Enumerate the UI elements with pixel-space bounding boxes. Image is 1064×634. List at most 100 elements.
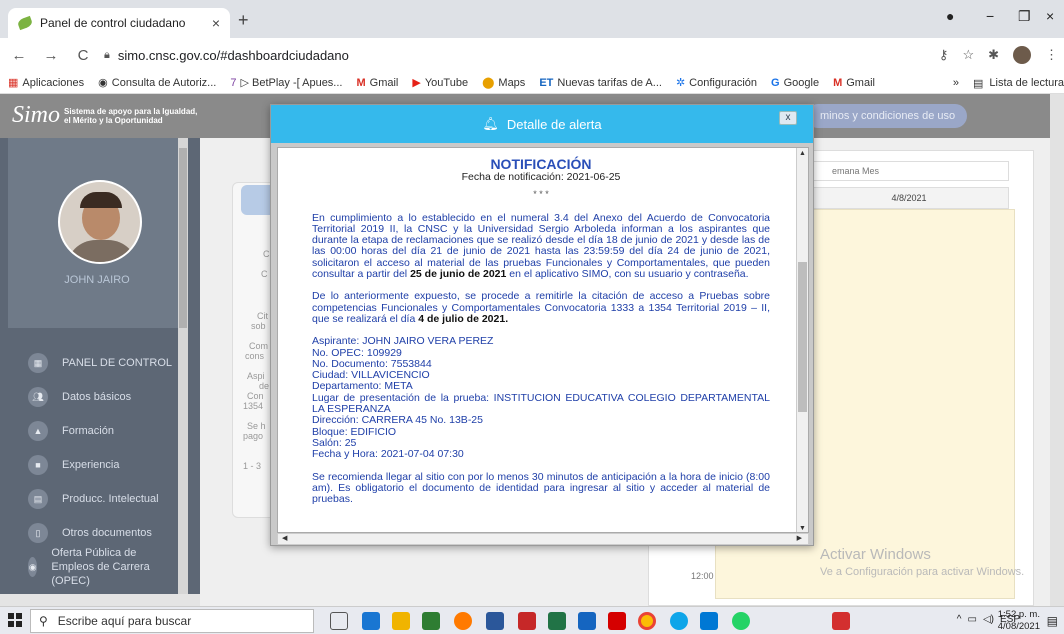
scroll-down-icon[interactable]: ▼ bbox=[799, 525, 806, 532]
task-view-icon[interactable] bbox=[330, 612, 348, 630]
browser-tab[interactable]: Panel de control ciudadano × bbox=[8, 8, 230, 38]
bell-icon: 🔔︎ bbox=[482, 116, 499, 131]
taskbar-clock[interactable]: 1:52 p. m. 4/08/2021 bbox=[998, 609, 1040, 633]
dialog-horizontal-scrollbar[interactable]: ◀ ▶ bbox=[277, 533, 809, 545]
bookmark-item[interactable]: 7 ▷ BetPlay -[ Apues... bbox=[230, 76, 342, 90]
scroll-thumb[interactable] bbox=[798, 262, 807, 412]
card-text: pago bbox=[243, 431, 264, 441]
sidebar-item-otros-documentos[interactable]: ▯ Otros documentos bbox=[28, 516, 172, 550]
graduation-icon: ▲ bbox=[28, 421, 48, 441]
sidebar-item-experiencia[interactable]: ■ Experiencia bbox=[28, 448, 172, 482]
address-bar-actions: ⚷ ☆ ✱ ⋮ bbox=[939, 46, 1058, 64]
globe-icon: ◉ bbox=[28, 557, 38, 577]
bookmarks-more-button[interactable]: » bbox=[953, 77, 959, 89]
bookmark-item[interactable]: G Google bbox=[771, 77, 819, 89]
windows-taskbar: ⚲ Escribe aquí para buscar ^ ▭ ◁) ESP 1:… bbox=[0, 606, 1064, 634]
mail-icon[interactable] bbox=[700, 612, 718, 630]
card-text: cons bbox=[245, 351, 265, 361]
profile-menu-icon[interactable]: ● bbox=[946, 8, 954, 24]
dialog-header: 🔔︎ Detalle de alerta x bbox=[271, 105, 813, 143]
terms-link[interactable]: minos y condiciones de uso bbox=[806, 104, 968, 128]
sidebar-item-opec[interactable]: ◉ Oferta Pública de Empleos de Carrera (O… bbox=[28, 547, 158, 587]
bookmark-item[interactable]: ET Nuevas tarifas de A... bbox=[539, 77, 662, 89]
sidebar: JOHN JAIRO ▦ PANEL DE CONTROL 👥︎ Datos bás… bbox=[0, 138, 200, 606]
sidebar-menu: ▦ PANEL DE CONTROL 👥︎ Datos básicos ▲ Forma… bbox=[28, 346, 172, 587]
bookmark-item[interactable]: ◉ Consulta de Autoriz... bbox=[98, 76, 216, 90]
windows-start-icon[interactable] bbox=[8, 613, 22, 627]
calendar-time-label: 12:00 bbox=[691, 571, 714, 581]
sidebar-horizontal-scrollbar[interactable] bbox=[0, 594, 200, 606]
excel-icon[interactable] bbox=[548, 612, 566, 630]
bookmark-item[interactable]: ▶ YouTube bbox=[412, 76, 468, 90]
url-field[interactable]: 🔒︎ simo.cnsc.gov.co/#dashboardciudadano bbox=[104, 48, 349, 63]
briefcase-icon: ■ bbox=[28, 455, 48, 475]
tray-chevron-icon[interactable]: ^ bbox=[957, 614, 962, 625]
page-scrollbar[interactable] bbox=[1050, 94, 1064, 606]
detail-line: Bloque: EDIFICIO bbox=[312, 425, 397, 438]
tray-network-icon[interactable]: ▭ bbox=[968, 614, 977, 625]
site-favicon-icon bbox=[16, 15, 34, 31]
whatsapp-icon[interactable] bbox=[732, 612, 750, 630]
key-icon[interactable]: ⚷ bbox=[939, 47, 949, 63]
dashboard-icon: ▦ bbox=[28, 353, 48, 373]
new-tab-button[interactable]: + bbox=[238, 10, 249, 31]
app-icon[interactable] bbox=[362, 612, 380, 630]
firefox-icon[interactable] bbox=[454, 612, 472, 630]
betplay-icon: 7 bbox=[230, 76, 237, 89]
notification-paragraph-1: En cumplimiento a lo establecido en el n… bbox=[312, 211, 770, 281]
simo-logo[interactable]: Simo Sistema de apoyo para la Igualdad, … bbox=[12, 102, 197, 129]
star-icon[interactable]: ☆ bbox=[962, 47, 974, 63]
tab-close-icon[interactable]: × bbox=[212, 15, 220, 31]
notifications-icon[interactable]: ▤ bbox=[1047, 614, 1058, 628]
acrobat-icon[interactable] bbox=[832, 612, 850, 630]
avatar bbox=[58, 180, 142, 264]
reading-list-button[interactable]: Lista de lectura bbox=[989, 77, 1064, 89]
bookmark-item[interactable]: M Gmail bbox=[356, 77, 398, 89]
close-window-icon[interactable]: × bbox=[1046, 8, 1054, 24]
maximize-icon[interactable]: ❐ bbox=[1018, 8, 1031, 25]
activation-watermark-subtitle: Ve a Configuración para activar Windows. bbox=[820, 566, 1025, 578]
sidebar-scrollbar[interactable] bbox=[178, 138, 188, 606]
store-icon[interactable] bbox=[422, 612, 440, 630]
edge-icon[interactable] bbox=[670, 612, 688, 630]
scroll-left-icon[interactable]: ◀ bbox=[282, 534, 287, 544]
profile-avatar[interactable] bbox=[1013, 46, 1031, 64]
notification-heading: NOTIFICACIÓN bbox=[490, 156, 592, 172]
bookmark-item[interactable]: ⬤ Maps bbox=[482, 76, 525, 90]
apps-icon: ▦ bbox=[8, 77, 19, 89]
scroll-right-icon[interactable]: ▶ bbox=[797, 534, 802, 544]
taskbar-search[interactable]: ⚲ Escribe aquí para buscar bbox=[30, 609, 314, 633]
app-icon[interactable] bbox=[578, 612, 596, 630]
more-menu-icon[interactable]: ⋮ bbox=[1045, 47, 1058, 63]
alert-detail-dialog: 🔔︎ Detalle de alerta x NOTIFICACIÓN Fech… bbox=[270, 104, 814, 546]
dialog-vertical-scrollbar[interactable]: ▲ ▼ bbox=[796, 148, 808, 532]
reload-icon[interactable]: C bbox=[70, 47, 96, 64]
bookmark-item[interactable]: ▦ Aplicaciones bbox=[8, 76, 84, 90]
notification-date: Fecha de notificación: 2021-06-25 bbox=[461, 171, 621, 183]
minimize-icon[interactable]: − bbox=[986, 8, 994, 24]
calendar-view-switch[interactable]: emana Mes bbox=[809, 161, 1009, 181]
sidebar-item-formacion[interactable]: ▲ Formación bbox=[28, 414, 172, 448]
sidebar-item-panel-de-control[interactable]: ▦ PANEL DE CONTROL bbox=[28, 346, 172, 380]
scroll-up-icon[interactable]: ▲ bbox=[799, 150, 806, 157]
close-dialog-button[interactable]: x bbox=[779, 111, 797, 125]
separator-stars: * * * bbox=[533, 189, 549, 200]
url-text: simo.cnsc.gov.co/#dashboardciudadano bbox=[117, 47, 349, 63]
logo-wordmark: Simo bbox=[12, 102, 60, 128]
chrome-icon[interactable] bbox=[638, 612, 656, 630]
tray-volume-icon[interactable]: ◁) bbox=[983, 614, 994, 625]
bookmark-item[interactable]: M Gmail bbox=[833, 77, 875, 89]
sidebar-item-produccion-intelectual[interactable]: ▤ Producc. Intelectual bbox=[28, 482, 172, 516]
back-icon[interactable]: ← bbox=[6, 47, 32, 64]
bookmark-item[interactable]: ✲ Configuración bbox=[675, 76, 757, 90]
forward-icon[interactable]: → bbox=[38, 47, 64, 64]
sidebar-item-datos-basicos[interactable]: 👥︎ Datos básicos bbox=[28, 380, 172, 414]
extensions-icon[interactable]: ✱ bbox=[988, 47, 999, 63]
word-icon[interactable] bbox=[486, 612, 504, 630]
file-explorer-icon[interactable] bbox=[392, 612, 410, 630]
gear-icon: ✲ bbox=[675, 77, 686, 89]
netflix-icon[interactable] bbox=[608, 612, 626, 630]
detail-line: Aspirante: JOHN JAIRO VERA PEREZ bbox=[312, 335, 494, 348]
tab-title: Panel de control ciudadano bbox=[40, 16, 186, 30]
app-icon[interactable] bbox=[518, 612, 536, 630]
